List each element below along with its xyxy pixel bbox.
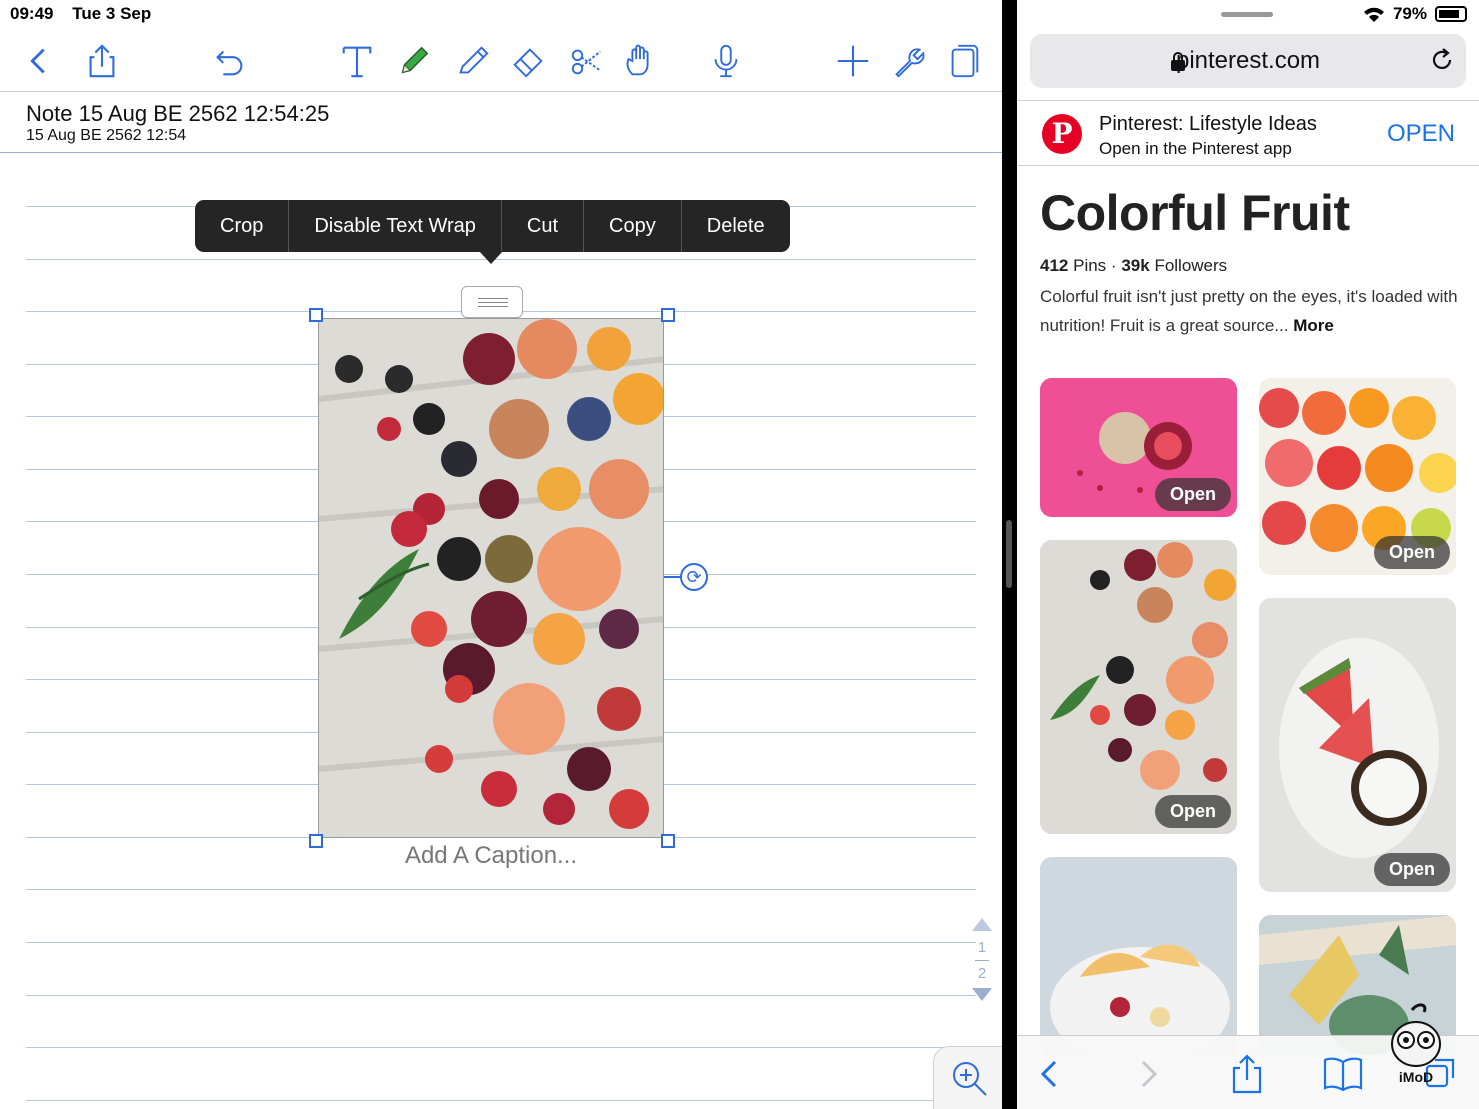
battery-percent: 79% [1392,4,1427,23]
status-bar-right: 79% [1363,4,1467,24]
pin-image-watermelon [1259,598,1456,892]
pin-open-button[interactable]: Open [1154,478,1231,511]
forward-icon[interactable] [1129,1054,1169,1094]
smart-app-banner: P Pinterest: Lifestyle Ideas Open in the… [1017,100,1479,166]
zoom-button[interactable] [933,1046,1002,1109]
wrench-icon[interactable] [886,38,930,84]
share-icon[interactable] [1227,1054,1267,1094]
highlighter-icon[interactable] [450,38,494,84]
caption-field[interactable]: Add A Caption... [318,842,664,870]
reload-icon[interactable] [1428,46,1456,74]
page-up-icon[interactable] [972,918,992,931]
slide-over-grabber[interactable] [1221,12,1273,17]
status-time: 09:49 [10,4,54,23]
pin-image-fruit-bowl [1040,857,1237,1057]
banner-open-button[interactable]: OPEN [1387,120,1455,148]
add-icon[interactable] [831,38,875,84]
resize-handle-top-right[interactable] [661,308,675,322]
ruled-line [26,889,976,890]
microphone-icon[interactable] [704,38,748,84]
resize-handle-top-left[interactable] [309,308,323,322]
ruled-line [26,1047,976,1048]
menu-item-copy[interactable]: Copy [584,200,682,252]
followers-count: 39k [1121,256,1150,275]
pin-open-button[interactable]: Open [1373,536,1450,569]
imod-watermark-logo: iMoD [1388,1000,1444,1090]
current-page: 1 [977,939,987,956]
hand-tool-icon[interactable] [618,38,662,84]
ruled-line [26,1100,976,1101]
page-down-icon[interactable] [972,988,992,1001]
back-icon[interactable] [1029,1054,1069,1094]
notes-app: 09:49 Tue 3 Sep Note 15 Aug BE 2562 12:5… [0,0,1002,1109]
followers-label: Followers [1154,256,1228,275]
lasso-scissors-icon[interactable] [565,38,609,84]
pin-card[interactable]: Open [1259,598,1456,892]
wifi-icon [1363,7,1384,22]
board-title: Colorful Fruit [1040,185,1350,241]
image-drag-handle[interactable] [461,286,523,318]
battery-icon [1435,6,1467,22]
pin-card[interactable]: Open [1259,378,1456,575]
status-bar-left: 09:49 Tue 3 Sep [10,4,165,24]
board-stats: 412 Pins · 39k Followers [1040,256,1227,276]
pages-icon[interactable] [942,38,986,84]
rotate-handle-icon[interactable]: ⟳ [680,563,708,591]
eraser-icon[interactable] [506,38,550,84]
pin-card[interactable]: Open [1040,378,1237,517]
split-view-grip[interactable] [1006,520,1012,588]
pen-tool-icon[interactable] [392,38,436,84]
board-description: Colorful fruit isn't just pretty on the … [1040,282,1460,340]
fruit-photo[interactable] [318,318,664,838]
page-navigator: 1 2 [968,918,996,1010]
menu-item-delete[interactable]: Delete [682,200,790,252]
url-text: pinterest.com [1175,47,1321,74]
image-context-menu: Crop Disable Text Wrap Cut Copy Delete [195,200,790,252]
pin-image-berries [1040,540,1237,834]
safari-app: 79% pinterest.com P Pinterest: Lifestyle… [1017,0,1479,1109]
bookmarks-icon[interactable] [1323,1054,1363,1094]
total-pages: 2 [977,965,987,982]
pin-card[interactable] [1040,857,1237,1057]
note-header: Note 15 Aug BE 2562 12:54:25 15 Aug BE 2… [0,93,1002,153]
board-description-text: Colorful fruit isn't just pretty on the … [1040,287,1458,335]
banner-app-subtitle: Open in the Pinterest app [1099,139,1292,158]
note-title[interactable]: Note 15 Aug BE 2562 12:54:25 [26,101,329,127]
imod-mascot-icon [1391,1003,1441,1067]
undo-icon[interactable] [207,38,251,84]
share-icon[interactable] [80,38,124,84]
pin-card[interactable]: Open [1040,540,1237,834]
more-link[interactable]: More [1293,316,1334,335]
status-date: Tue 3 Sep [72,4,152,23]
zoom-in-icon [953,1062,987,1096]
watermark-text: iMoD [1398,1069,1434,1085]
menu-item-disable-text-wrap[interactable]: Disable Text Wrap [289,200,502,252]
stats-separator: · [1110,256,1117,275]
ruled-line [26,995,976,996]
menu-item-crop[interactable]: Crop [195,200,290,252]
pin-open-button[interactable]: Open [1373,853,1450,886]
pin-open-button[interactable]: Open [1154,795,1231,828]
ruled-line [26,942,976,943]
banner-app-title: Pinterest: Lifestyle Ideas [1099,113,1317,135]
back-icon[interactable] [16,38,60,84]
address-bar[interactable]: pinterest.com [1030,34,1466,88]
notes-toolbar [0,30,1002,92]
text-tool-icon[interactable] [335,38,379,84]
menu-pointer-arrow [479,251,503,264]
menu-item-cut[interactable]: Cut [502,200,585,252]
page-divider [975,960,989,961]
pins-count: 412 [1040,256,1069,275]
pinterest-logo-icon: P [1042,114,1082,154]
pins-label: Pins [1073,256,1107,275]
note-date: 15 Aug BE 2562 12:54 [26,127,187,144]
